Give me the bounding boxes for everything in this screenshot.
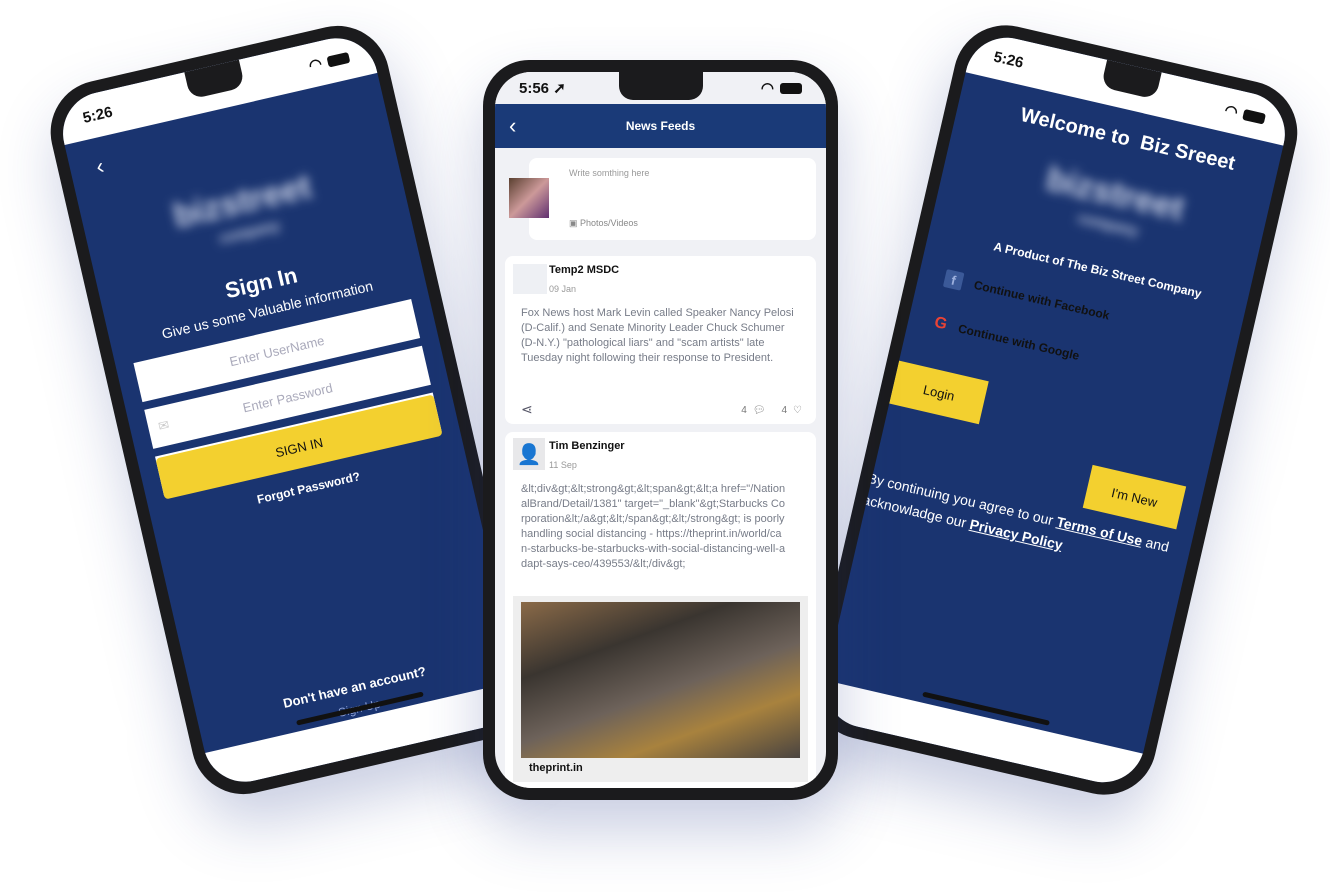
navbar: ‹ News Feeds	[495, 104, 826, 148]
phone-signin: 5:26 ◠ ‹ bizstreet company Sign In Give u…	[40, 15, 541, 805]
google-label: Continue with Google	[956, 321, 1081, 363]
google-button[interactable]: G Continue with Google	[933, 314, 1082, 365]
author-name[interactable]: Temp2 MSDC	[549, 264, 619, 276]
login-label: Login	[921, 381, 957, 404]
facebook-icon: f	[942, 269, 965, 291]
post-actions: 4 💬︎ 4 ♡	[741, 405, 802, 416]
post-composer[interactable]: Write somthing here ▣ Photos/Videos	[509, 158, 816, 240]
photos-videos-button[interactable]: ▣ Photos/Videos	[569, 218, 638, 229]
author-avatar: 👤	[513, 438, 545, 470]
post-text: &lt;div&gt;&lt;strong&gt;&lt;span&gt;&lt…	[521, 483, 786, 570]
user-avatar	[509, 178, 549, 218]
back-icon[interactable]: ‹	[94, 153, 107, 180]
newsfeed-screen: 5:56 ➚ ◠ ‹ News Feeds Write somthing here …	[495, 72, 826, 788]
back-icon[interactable]: ‹	[509, 113, 516, 139]
image-icon: ▣	[569, 218, 578, 228]
comment-count: 4	[741, 405, 747, 416]
post-date: 11 Sep	[549, 460, 577, 470]
mail-icon: ✉	[156, 416, 171, 434]
comment-icon[interactable]: 💬︎	[753, 405, 766, 416]
post-card: Temp2 MSDC 09 Jan Fox News host Mark Lev…	[505, 256, 816, 424]
notch	[618, 72, 703, 100]
battery-icon	[1242, 108, 1267, 125]
link-preview[interactable]: theprint.in	[513, 596, 808, 782]
battery-icon	[780, 82, 802, 94]
post-text: Fox News host Mark Levin called Speaker …	[521, 307, 794, 364]
author-name[interactable]: Tim Benzinger	[549, 440, 625, 452]
heart-icon[interactable]: ♡	[793, 405, 802, 416]
password-placeholder: Enter Password	[241, 379, 334, 415]
login-button[interactable]: Login	[889, 360, 989, 425]
time: 5:56 ➚	[519, 80, 566, 97]
google-icon: G	[932, 313, 949, 334]
photos-label: Photos/Videos	[580, 218, 638, 228]
share-icon[interactable]: ⋖	[521, 401, 533, 418]
facebook-label: Continue with Facebook	[972, 277, 1111, 323]
status-icons: ◠	[761, 79, 802, 97]
status-icons: ◠	[307, 48, 351, 75]
composer-input[interactable]: Write somthing here	[569, 168, 649, 178]
phone-welcome: 5:26 ◠ Welcome to Biz Sreeet bizstreet co…	[802, 14, 1308, 806]
welcome-screen: 5:26 ◠ Welcome to Biz Sreeet bizstreet co…	[816, 29, 1294, 791]
time: 5:26	[81, 103, 115, 127]
username-placeholder: Enter UserName	[227, 332, 326, 369]
status-icons: ◠	[1223, 101, 1267, 128]
post-card: 👤 Tim Benzinger 11 Sep &lt;div&gt;&lt;st…	[505, 432, 816, 788]
phone-newsfeed: 5:56 ➚ ◠ ‹ News Feeds Write somthing here …	[483, 60, 838, 800]
terms-and: and	[1144, 534, 1171, 555]
signin-screen: 5:26 ◠ ‹ bizstreet company Sign In Give u…	[54, 29, 527, 791]
signin-label: SIGN IN	[273, 434, 325, 460]
link-source: theprint.in	[529, 762, 583, 774]
page-title: News Feeds	[625, 119, 696, 133]
post-date: 09 Jan	[549, 284, 577, 294]
time: 5:26	[992, 47, 1026, 72]
author-avatar	[513, 264, 547, 294]
like-count: 4	[781, 405, 788, 416]
battery-icon	[326, 51, 351, 68]
home-area	[816, 680, 1143, 791]
im-new-label: I'm New	[1110, 484, 1159, 510]
facebook-button[interactable]: f Continue with Facebook	[942, 269, 1111, 324]
link-preview-image	[521, 602, 800, 758]
